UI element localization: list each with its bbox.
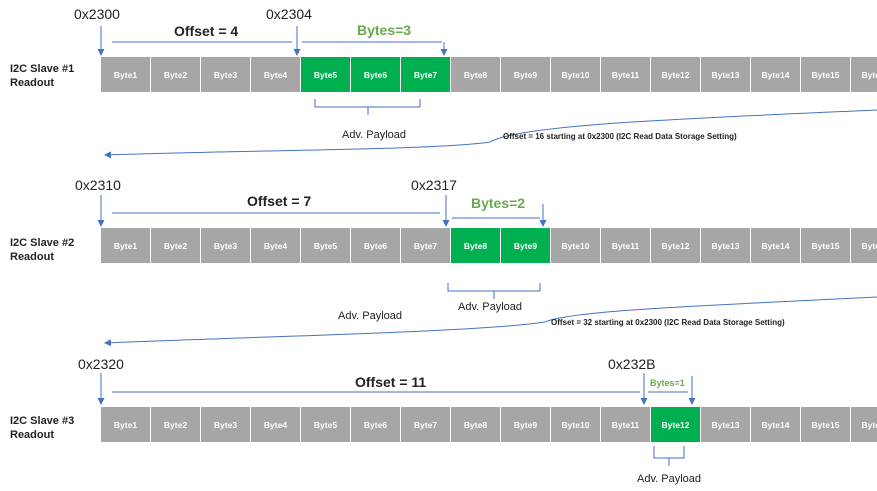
byte-row-2: Byte1 Byte2 Byte3 Byte4 Byte5 Byte6 Byte7 Byte8… (101, 228, 877, 263)
byte-cell: Byte11 (601, 228, 650, 263)
byte-cell: Byte16 (851, 57, 877, 92)
start-address-3: 0x2320 (78, 356, 124, 372)
byte-cell: Byte6 (351, 407, 400, 442)
byte-row-1: Byte1 Byte2 Byte3 Byte4 Byte5 Byte6 Byte7 Byte8… (101, 57, 877, 92)
transition-note-2: Offset = 32 starting at 0x2300 (I2C Read… (551, 318, 785, 327)
byte-cell: Byte12 (651, 228, 700, 263)
bytes-label-1: Bytes=3 (357, 22, 412, 38)
byte-cell: Byte8 (451, 57, 500, 92)
byte-cell: Byte13 (701, 57, 750, 92)
slave-name-1: I2C Slave #1 (10, 63, 75, 75)
byte-cell: Byte1 (101, 228, 150, 263)
byte-cell: Byte8 (451, 228, 500, 263)
byte-cell: Byte3 (201, 57, 250, 92)
byte-cell: Byte4 (251, 228, 300, 263)
byte-cell: Byte4 (251, 57, 300, 92)
byte-cell: Byte5 (301, 228, 350, 263)
byte-cell: Byte6 (351, 57, 400, 92)
byte-cell: Byte3 (201, 228, 250, 263)
byte-cell: Byte10 (551, 228, 600, 263)
byte-cell: Byte14 (751, 228, 800, 263)
byte-cell: Byte7 (401, 57, 450, 92)
start-address-2: 0x2310 (75, 177, 121, 193)
byte-cell: Byte9 (501, 407, 550, 442)
byte-cell: Byte1 (101, 57, 150, 92)
byte-cell: Byte3 (201, 407, 250, 442)
offset-label-2: Offset = 7 (247, 193, 312, 209)
offset-label-3: Offset = 11 (355, 374, 427, 390)
bytes-label-2: Bytes=2 (471, 195, 526, 211)
payload-label-1: Adv. Payload (342, 129, 407, 141)
slave-label-1: I2C Slave #1 Readout (10, 62, 74, 90)
byte-cell: Byte6 (351, 228, 400, 263)
byte-cell: Byte11 (601, 57, 650, 92)
byte-cell: Byte5 (301, 57, 350, 92)
byte-cell: Byte13 (701, 407, 750, 442)
byte-cell: Byte9 (501, 57, 550, 92)
byte-cell: Byte16 (851, 228, 877, 263)
byte-cell: Byte5 (301, 407, 350, 442)
byte-cell: Byte15 (801, 57, 850, 92)
byte-cell: Byte7 (401, 228, 450, 263)
byte-cell: Byte7 (401, 407, 450, 442)
byte-cell: Byte8 (451, 407, 500, 442)
slave-sub-2: Readout (10, 251, 54, 263)
byte-cell: Byte13 (701, 228, 750, 263)
payload-label-3: Adv. Payload (637, 473, 702, 485)
byte-cell: Byte12 (651, 407, 700, 442)
byte-cell: Byte2 (151, 228, 200, 263)
slave-sub-3: Readout (10, 429, 54, 441)
byte-cell: Byte15 (801, 228, 850, 263)
payload-address-3: 0x232B (608, 356, 656, 372)
byte-cell: Byte9 (501, 228, 550, 263)
byte-row-3: Byte1 Byte2 Byte3 Byte4 Byte5 Byte6 Byte7 Byte8… (101, 407, 877, 442)
payload-address-1: 0x2304 (266, 6, 312, 22)
transition-note-1: Offset = 16 starting at 0x2300 (I2C Read… (503, 132, 737, 141)
payload-bracket-3 (653, 446, 685, 459)
byte-cell: Byte2 (151, 57, 200, 92)
slave-label-3: I2C Slave #3 Readout (10, 414, 74, 442)
byte-cell: Byte4 (251, 407, 300, 442)
byte-cell: Byte16 (851, 407, 877, 442)
payload-label-2: Adv. Payload (458, 301, 523, 313)
offset-label-1: Offset = 4 (174, 23, 239, 39)
transition-curve-1 (104, 109, 877, 159)
byte-cell: Byte14 (751, 407, 800, 442)
start-address-1: 0x2300 (74, 6, 120, 22)
byte-cell: Byte11 (601, 407, 650, 442)
byte-cell: Byte12 (651, 57, 700, 92)
slave-name-2: I2C Slave #2 (10, 237, 75, 249)
byte-cell: Byte2 (151, 407, 200, 442)
i2c-readout-diagram: 0x2300 Offset = 4 0x2304 Bytes=3 I2C Sla… (0, 0, 877, 491)
byte-cell: Byte10 (551, 57, 600, 92)
payload-address-2: 0x2317 (411, 177, 457, 193)
slave-label-2: I2C Slave #2 Readout (10, 236, 74, 264)
byte-cell: Byte10 (551, 407, 600, 442)
byte-cell: Byte15 (801, 407, 850, 442)
payload-bracket-1 (314, 99, 421, 108)
byte-cell: Byte1 (101, 407, 150, 442)
slave-name-3: I2C Slave #3 (10, 415, 75, 427)
payload-bracket-2 (447, 283, 541, 292)
byte-cell: Byte14 (751, 57, 800, 92)
slave-sub-1: Readout (10, 77, 54, 89)
extra-payload-label: Adv. Payload (338, 310, 403, 322)
bytes-label-3: Bytes=1 (650, 378, 685, 388)
